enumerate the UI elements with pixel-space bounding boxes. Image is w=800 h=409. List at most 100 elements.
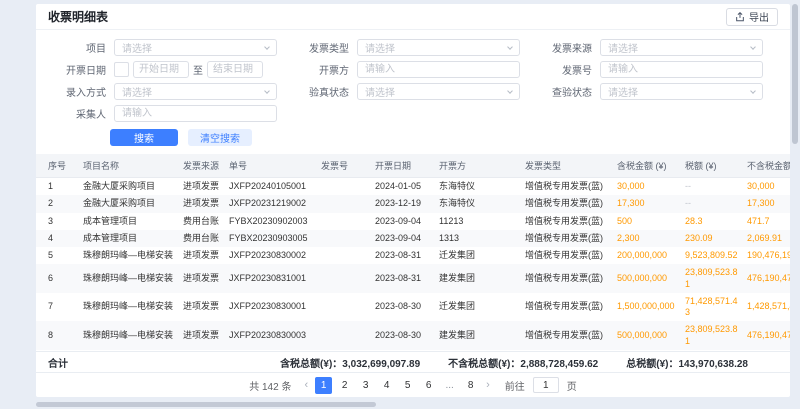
table-row[interactable]: 2金融大厦采购项目进项发票JXFP202312190022023-12-19东海… — [36, 195, 790, 212]
verify-status-select-placeholder: 请选择 — [365, 84, 395, 99]
cell-date: 2023-09-04 — [375, 230, 439, 247]
cell-type: 增值税专用发票(蓝) — [525, 213, 617, 230]
export-button[interactable]: 导出 — [726, 8, 778, 26]
project-select[interactable]: 请选择 — [114, 39, 277, 56]
invoice-no-input[interactable] — [600, 61, 763, 78]
search-button[interactable]: 搜索 — [110, 129, 178, 146]
cell-no: 4 — [36, 230, 83, 247]
filter-row-4: 采集人 — [48, 105, 778, 122]
summary-bar: 合计 含税总额(¥)：3,032,699,097.89不含税总额(¥)：2,88… — [36, 351, 790, 373]
calendar-icon[interactable] — [114, 62, 129, 77]
cell-no: 3 — [36, 213, 83, 230]
start-date-input[interactable] — [133, 61, 189, 78]
collector-input[interactable] — [114, 105, 277, 122]
chevron-down-icon — [750, 44, 756, 50]
entry-method-select[interactable]: 请选择 — [114, 83, 277, 100]
goto-suffix: 页 — [567, 378, 577, 393]
cell-source: 费用台账 — [183, 213, 229, 230]
cell-issuer: 迁发集团 — [439, 293, 525, 322]
page-ellipsis[interactable]: ... — [441, 377, 458, 394]
page-title: 收票明细表 — [48, 8, 108, 25]
prev-page-button[interactable]: ‹ — [302, 379, 310, 391]
cell-tax: 23,809,523.81 — [685, 264, 747, 293]
filter-field-invoice-date: 开票日期 至 — [48, 61, 291, 78]
table-row[interactable]: 4成本管理项目费用台账FYBX202309030052023-09-041313… — [36, 230, 790, 247]
cell-issuer: 建发集团 — [439, 321, 525, 350]
column-header-order_no: 单号 — [229, 154, 321, 178]
vertical-scrollbar[interactable] — [792, 4, 798, 144]
page-button-3[interactable]: 3 — [357, 377, 374, 394]
page-button-1[interactable]: 1 — [315, 377, 332, 394]
summary-total-value: 3,032,699,097.89 — [342, 359, 420, 370]
table-row[interactable]: 5珠穆朗玛峰—电梯安装进项发票JXFP202308300022023-08-31… — [36, 247, 790, 264]
invoice-source-select[interactable]: 请选择 — [600, 39, 763, 56]
filter-label-issuer: 开票方 — [291, 62, 357, 77]
cell-project: 珠穆朗玛峰—电梯安装 — [83, 264, 183, 293]
page-button-5[interactable]: 5 — [399, 377, 416, 394]
issuer-input[interactable] — [357, 61, 520, 78]
cell-project: 成本管理项目 — [83, 213, 183, 230]
page-button-6[interactable]: 6 — [420, 377, 437, 394]
filter-row-3: 录入方式 请选择 验真状态 请选择 查验状态 请选择 — [48, 83, 778, 100]
goto-page-input[interactable] — [533, 377, 559, 393]
cell-source: 进项发票 — [183, 195, 229, 212]
invoice-type-select-placeholder: 请选择 — [365, 40, 395, 55]
cell-project: 金融大厦采购项目 — [83, 178, 183, 196]
end-date-input[interactable] — [207, 61, 263, 78]
cell-invoice_no — [321, 178, 375, 196]
cell-type: 增值税专用发票(蓝) — [525, 230, 617, 247]
verify-status-select[interactable]: 请选择 — [357, 83, 520, 100]
filter-label-entry-method: 录入方式 — [48, 84, 114, 99]
cell-order_no: JXFP20231219002 — [229, 195, 321, 212]
chevron-down-icon — [750, 88, 756, 94]
filter-field-project: 项目 请选择 — [48, 39, 291, 56]
chevron-down-icon — [507, 88, 513, 94]
filter-label-verify-status: 验真状态 — [291, 84, 357, 99]
filter-field-invoice-type: 发票类型 请选择 — [291, 39, 534, 56]
cell-order_no: JXFP20240105001 — [229, 178, 321, 196]
column-header-project: 项目名称 — [83, 154, 183, 178]
cell-issuer: 11213 — [439, 213, 525, 230]
cell-source: 费用台账 — [183, 230, 229, 247]
filter-field-invoice-source: 发票来源 请选择 — [534, 39, 777, 56]
cell-tax: 71,428,571.43 — [685, 293, 747, 322]
cell-amount: 500,000,000 — [617, 264, 685, 293]
cell-source: 进项发票 — [183, 293, 229, 322]
cell-net: 2,069.91 — [747, 230, 790, 247]
clear-search-button[interactable]: 清空搜索 — [188, 129, 252, 146]
summary-total-label: 不含税总额(¥)： — [448, 359, 520, 370]
horizontal-scrollbar[interactable] — [36, 402, 376, 407]
next-page-button[interactable]: › — [484, 379, 492, 391]
cell-order_no: JXFP20230831001 — [229, 264, 321, 293]
cell-invoice_no — [321, 264, 375, 293]
filter-field-check-status: 查验状态 请选择 — [534, 83, 777, 100]
column-header-amount: 含税金额 (¥) — [617, 154, 685, 178]
cell-invoice_no — [321, 213, 375, 230]
filter-field-verify-status: 验真状态 请选择 — [291, 83, 534, 100]
table-body: 1金融大厦采购项目进项发票JXFP202401050012024-01-05东海… — [36, 178, 790, 350]
pagination: 共 142 条 ‹ 123456...8 › 前往 页 — [36, 373, 790, 397]
table-row[interactable]: 8珠穆朗玛峰—电梯安装进项发票JXFP202308300032023-08-30… — [36, 321, 790, 350]
table-row[interactable]: 3成本管理项目费用台账FYBX202309020032023-09-041121… — [36, 213, 790, 230]
cell-type: 增值税专用发票(蓝) — [525, 293, 617, 322]
cell-net: 476,190,476.19 — [747, 321, 790, 350]
table-row[interactable]: 7珠穆朗玛峰—电梯安装进项发票JXFP202308300012023-08-30… — [36, 293, 790, 322]
cell-net: 476,190,476.19 — [747, 264, 790, 293]
page-button-4[interactable]: 4 — [378, 377, 395, 394]
cell-no: 6 — [36, 264, 83, 293]
page-button-2[interactable]: 2 — [336, 377, 353, 394]
table-row[interactable]: 6珠穆朗玛峰—电梯安装进项发票JXFP202308310012023-08-31… — [36, 264, 790, 293]
table-row[interactable]: 1金融大厦采购项目进项发票JXFP202401050012024-01-05东海… — [36, 178, 790, 196]
invoice-type-select[interactable]: 请选择 — [357, 39, 520, 56]
check-status-select[interactable]: 请选择 — [600, 83, 763, 100]
summary-total-label: 含税总额(¥)： — [280, 359, 342, 370]
cell-order_no: FYBX20230903005 — [229, 230, 321, 247]
cell-date: 2023-08-31 — [375, 264, 439, 293]
cell-date: 2023-08-30 — [375, 293, 439, 322]
cell-amount: 500 — [617, 213, 685, 230]
cell-net: 1,428,571,428.57 — [747, 293, 790, 322]
cell-type: 增值税专用发票(蓝) — [525, 178, 617, 196]
cell-invoice_no — [321, 321, 375, 350]
page-button-8[interactable]: 8 — [462, 377, 479, 394]
filter-label-invoice-type: 发票类型 — [291, 40, 357, 55]
